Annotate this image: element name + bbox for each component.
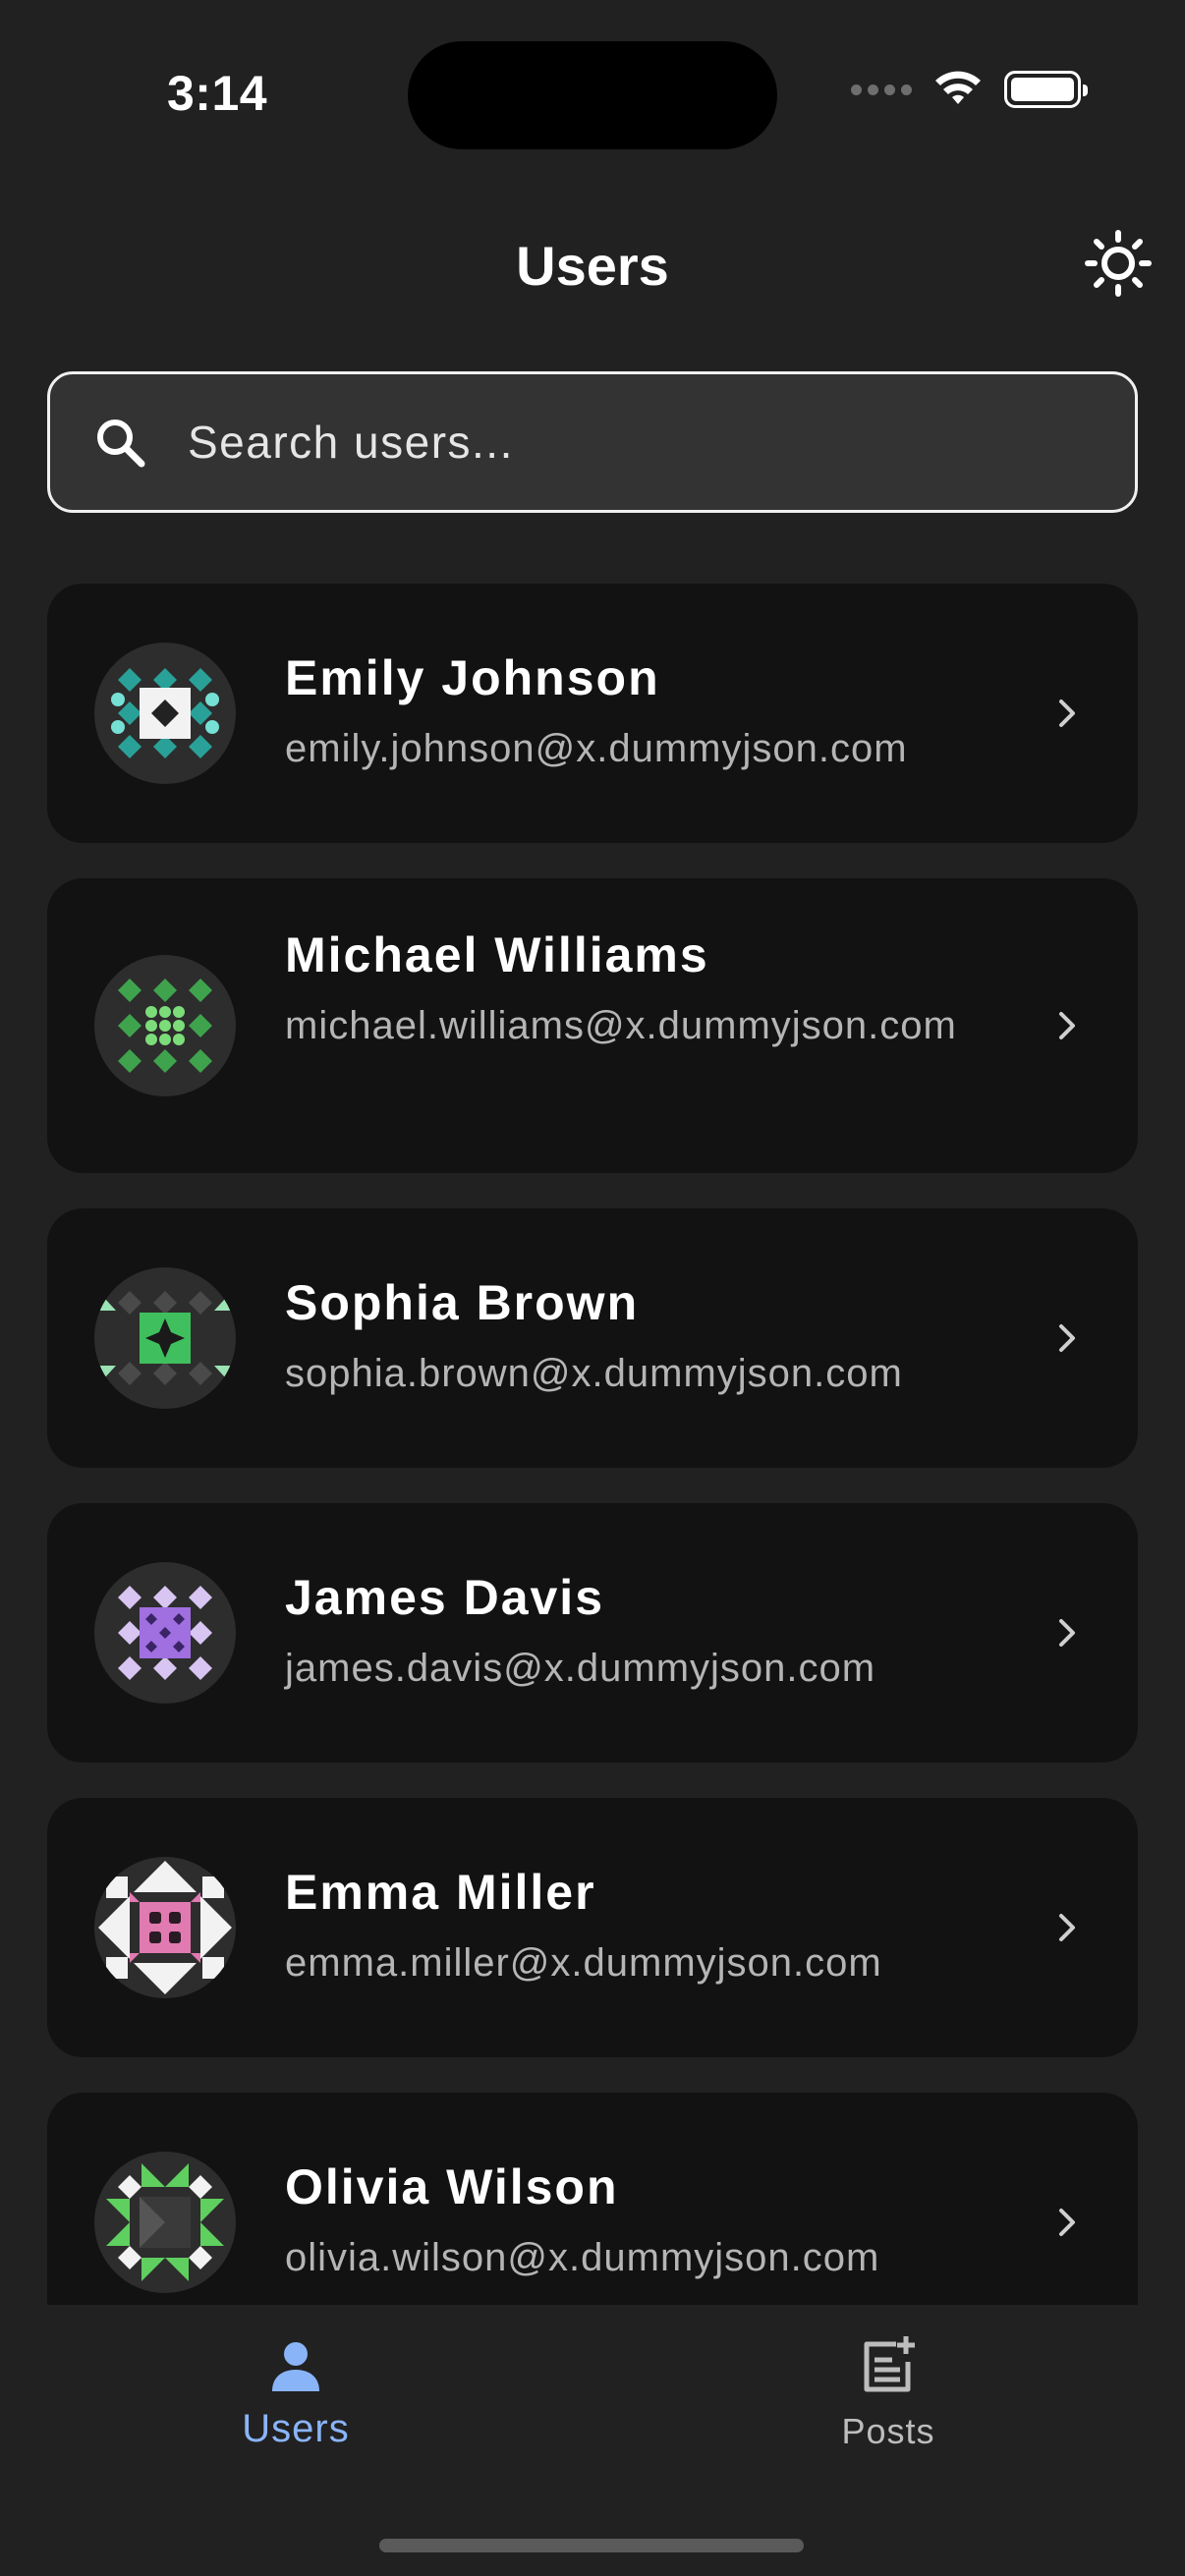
user-avatar <box>94 2152 236 2293</box>
user-card[interactable]: Olivia Wilson olivia.wilson@x.dummyjson.… <box>47 2093 1138 2305</box>
sun-icon <box>1085 230 1152 297</box>
cellular-signal-icon <box>851 84 912 95</box>
user-card[interactable]: Emily Johnson emily.johnson@x.dummyjson.… <box>47 584 1138 843</box>
chevron-right-icon <box>1059 700 1075 727</box>
user-email: james.davis@x.dummyjson.com <box>285 1647 876 1690</box>
user-name: Olivia Wilson <box>285 2159 619 2214</box>
user-info: Olivia Wilson olivia.wilson@x.dummyjson.… <box>285 2157 990 2287</box>
search-input[interactable] <box>188 416 1135 469</box>
nav-label: Posts <box>841 2411 935 2451</box>
user-info: Emma Miller emma.miller@x.dummyjson.com <box>285 1863 990 1992</box>
user-name: James Davis <box>285 1570 605 1625</box>
user-name: Michael Williams <box>285 927 709 982</box>
home-indicator <box>379 2539 804 2552</box>
user-email: sophia.brown@x.dummyjson.com <box>285 1352 903 1395</box>
nav-tab-users[interactable]: Users <box>148 2334 443 2451</box>
user-avatar <box>94 955 236 1096</box>
user-name: Sophia Brown <box>285 1275 640 1330</box>
status-indicators <box>851 71 1088 108</box>
user-card[interactable]: Sophia Brown sophia.brown@x.dummyjson.co… <box>47 1208 1138 1468</box>
user-avatar <box>94 1857 236 1998</box>
chevron-right-icon <box>1059 2209 1075 2236</box>
user-info: Sophia Brown sophia.brown@x.dummyjson.co… <box>285 1273 990 1403</box>
page-title: Users <box>516 235 669 297</box>
user-avatar <box>94 643 236 784</box>
wifi-icon <box>935 71 981 104</box>
battery-icon <box>1004 71 1088 108</box>
nav-tab-posts[interactable]: Posts <box>741 2334 1036 2452</box>
user-info: Michael Williams michael.williams@x.dumm… <box>285 925 990 1055</box>
user-name: Emma Miller <box>285 1865 596 1920</box>
theme-toggle-button[interactable] <box>1081 226 1156 301</box>
chevron-right-icon <box>1059 1324 1075 1352</box>
bottom-navigation: Users Posts <box>0 2305 1185 2576</box>
search-icon <box>97 420 145 468</box>
dynamic-island <box>408 41 777 149</box>
user-avatar <box>94 1267 236 1409</box>
user-info: James Davis james.davis@x.dummyjson.com <box>285 1568 990 1698</box>
chevron-right-icon <box>1059 1012 1075 1039</box>
user-card[interactable]: Michael Williams michael.williams@x.dumm… <box>47 878 1138 1173</box>
user-email: emily.johnson@x.dummyjson.com <box>285 727 908 770</box>
user-card[interactable]: Emma Miller emma.miller@x.dummyjson.com <box>47 1798 1138 2057</box>
user-email: michael.williams@x.dummyjson.com <box>285 1004 957 1047</box>
chevron-right-icon <box>1059 1914 1075 1941</box>
user-card[interactable]: James Davis james.davis@x.dummyjson.com <box>47 1503 1138 1763</box>
user-email: olivia.wilson@x.dummyjson.com <box>285 2236 880 2279</box>
users-screen: 3:14 Users Search users... Emily Johnson… <box>0 0 1185 2576</box>
user-name: Emily Johnson <box>285 650 660 705</box>
user-info: Emily Johnson emily.johnson@x.dummyjson.… <box>285 648 990 778</box>
user-list[interactable]: Emily Johnson emily.johnson@x.dummyjson.… <box>47 584 1138 2305</box>
status-time: 3:14 <box>167 66 268 121</box>
user-email: emma.miller@x.dummyjson.com <box>285 1941 882 1985</box>
nav-label: Users <box>242 2407 350 2450</box>
post-add-icon <box>864 2336 915 2392</box>
person-icon <box>272 2342 319 2391</box>
user-avatar <box>94 1562 236 1704</box>
chevron-right-icon <box>1059 1619 1075 1647</box>
search-bar[interactable] <box>47 371 1138 513</box>
